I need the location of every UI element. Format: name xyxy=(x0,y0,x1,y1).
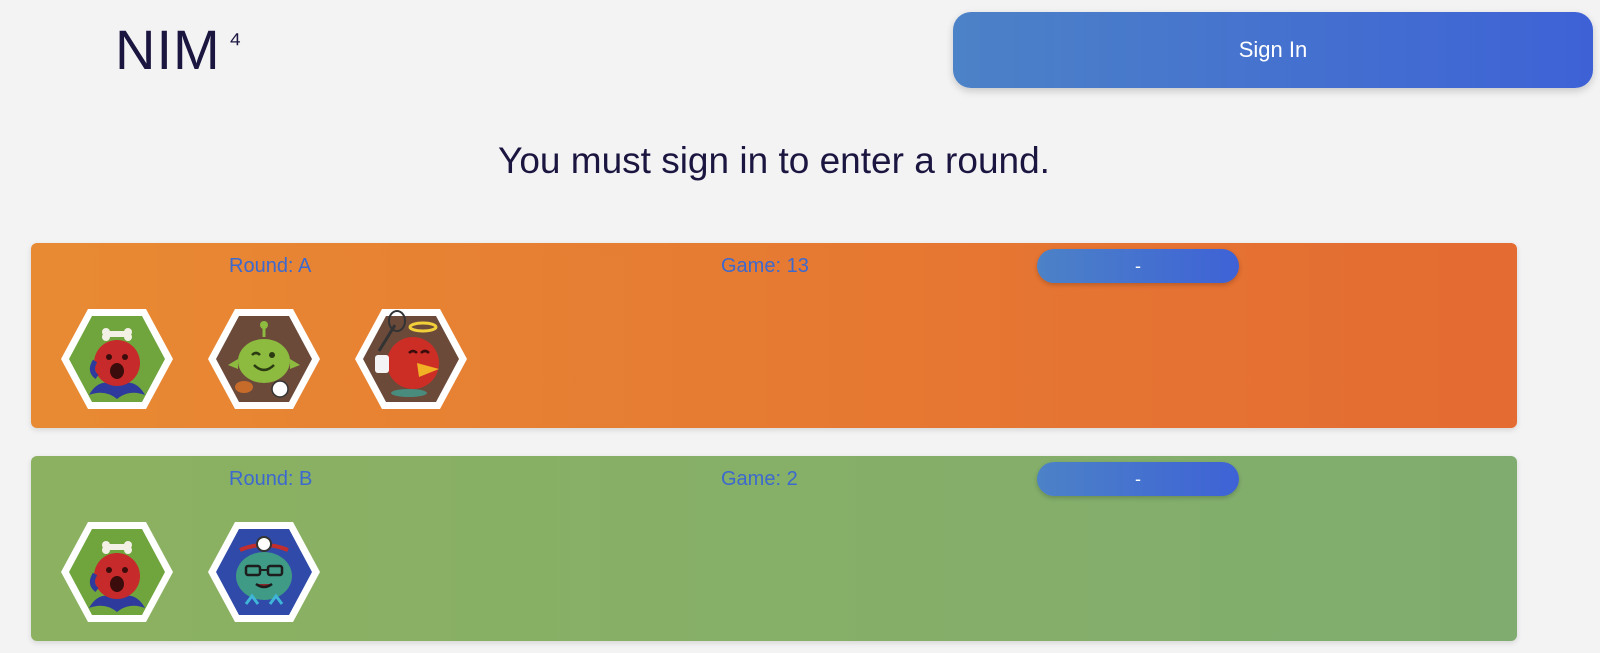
red-crying-monster-avatar xyxy=(61,522,173,622)
app-logo: NIM ⁴ xyxy=(115,18,243,82)
logo-text: NIM xyxy=(115,18,221,81)
round-action-button[interactable]: - xyxy=(1037,462,1239,496)
sign-in-notice: You must sign in to enter a round. xyxy=(498,140,1050,181)
red-bird-angel-avatar xyxy=(355,309,467,409)
round-label: Round: B xyxy=(229,468,313,490)
logo-superscript: ⁴ xyxy=(228,27,243,60)
game-label: Game: 2 xyxy=(721,468,798,490)
game-label: Game: 13 xyxy=(721,255,809,277)
sign-in-button[interactable]: Sign In xyxy=(953,12,1593,88)
round-action-button[interactable]: - xyxy=(1037,249,1239,283)
round-card-a: Round: A Game: 13 - xyxy=(31,243,1517,428)
round-card-b: Round: B Game: 2 - xyxy=(31,456,1517,641)
teal-doctor-monster-avatar xyxy=(208,522,320,622)
green-winking-monster-avatar xyxy=(208,309,320,409)
red-crying-monster-avatar xyxy=(61,309,173,409)
round-label: Round: A xyxy=(229,255,312,277)
